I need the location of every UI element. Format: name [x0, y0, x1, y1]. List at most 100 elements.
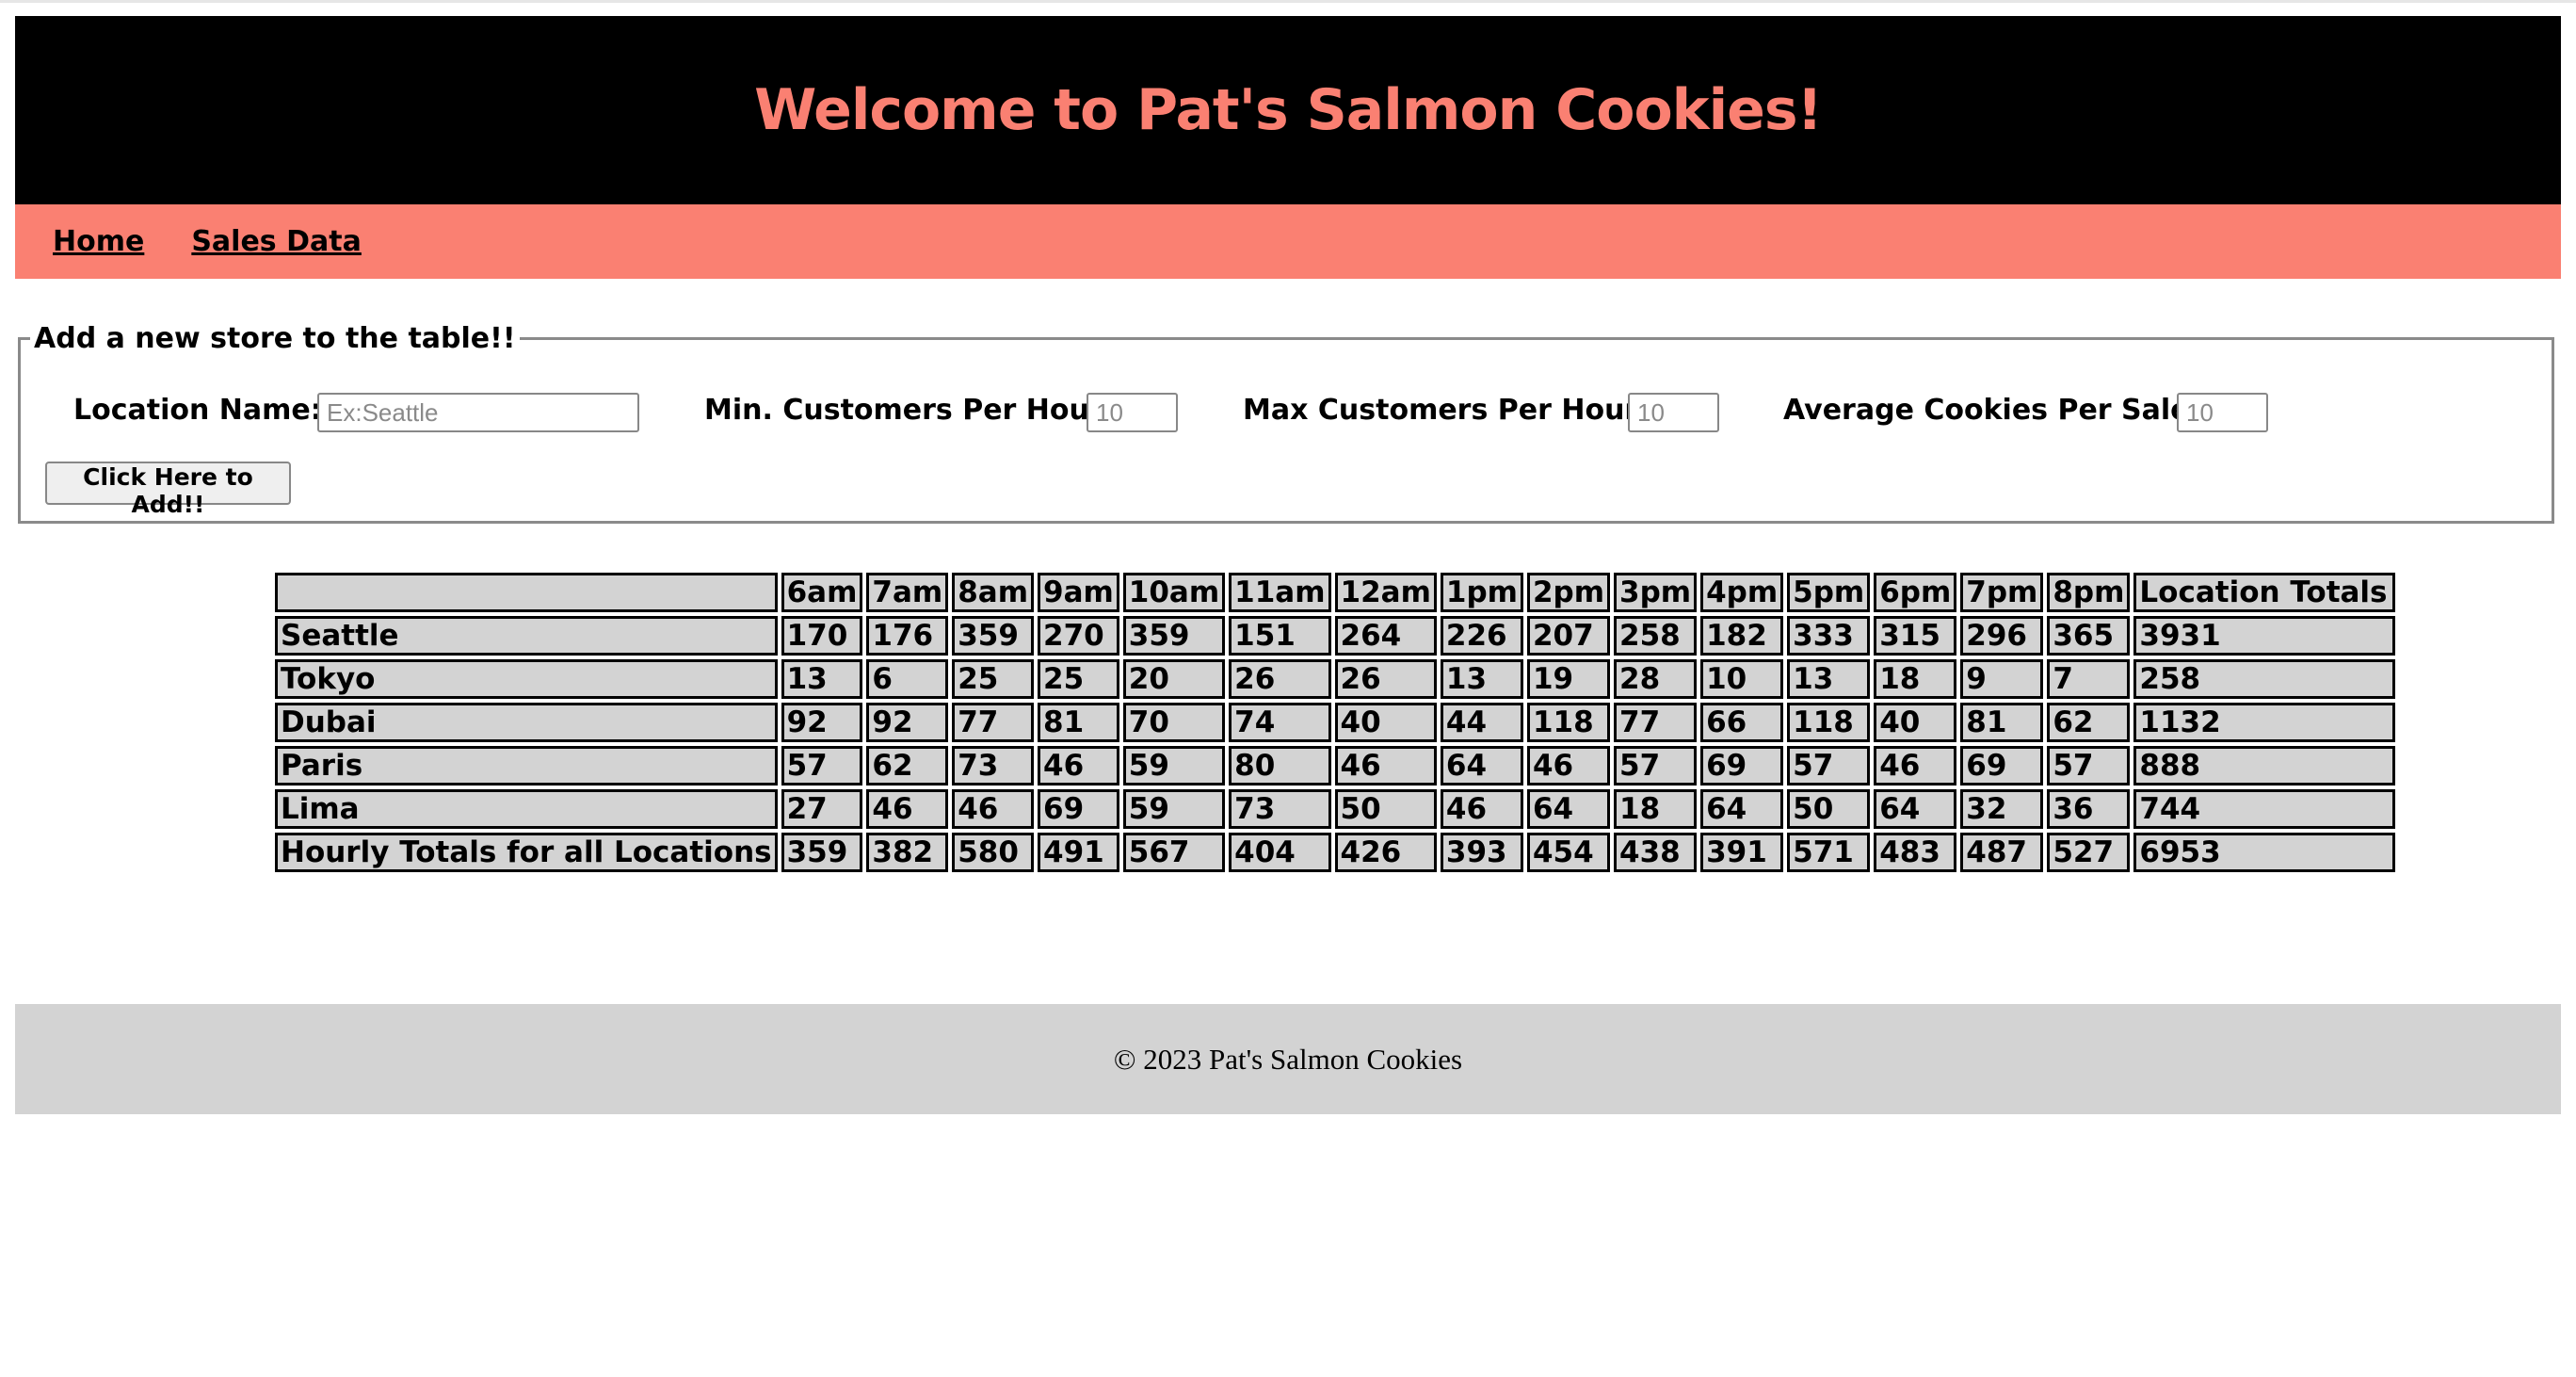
hourly-totals-label: Hourly Totals for all Locations — [275, 833, 778, 872]
hourly-total-cell: 527 — [2047, 833, 2131, 872]
location-totals-header: Location Totals — [2133, 573, 2396, 612]
max-customers-input[interactable] — [1628, 393, 1719, 432]
location-total-cell: 1132 — [2133, 703, 2396, 742]
location-name-cell: Paris — [275, 746, 778, 786]
sales-cell: 69 — [1960, 746, 2044, 786]
location-total-cell: 258 — [2133, 659, 2396, 699]
sales-cell: 270 — [1038, 616, 1119, 656]
sales-table: 6am 7am 8am 9am 10am 11am 12am 1pm 2pm 3pm 4pm 5pm 6… — [271, 569, 2399, 876]
sales-cell: 26 — [1229, 659, 1331, 699]
sales-cell: 64 — [1700, 789, 1784, 829]
sales-cell: 59 — [1122, 789, 1226, 829]
sales-cell: 62 — [866, 746, 949, 786]
hour-header-cell: 2pm — [1526, 573, 1611, 612]
location-name-cell: Seattle — [275, 616, 778, 656]
sales-cell: 73 — [1229, 789, 1331, 829]
hour-header-cell: 6am — [781, 573, 863, 612]
table-footer-row: Hourly Totals for all Locations 359 382 580… — [275, 833, 2396, 872]
location-name-cell: Tokyo — [275, 659, 778, 699]
sales-cell: 118 — [1787, 703, 1871, 742]
table-row: Paris 57 62 73 46 59 80 46 64 46 57 69 57 46 69 57 888 — [275, 746, 2396, 786]
sales-cell: 64 — [1440, 746, 1523, 786]
location-name-input[interactable] — [317, 393, 639, 432]
form-legend: Add a new store to the table!! — [34, 322, 516, 355]
grand-total-cell: 6953 — [2133, 833, 2396, 872]
hourly-total-cell: 454 — [1526, 833, 1611, 872]
min-customers-input[interactable] — [1087, 393, 1178, 432]
hourly-total-cell: 404 — [1229, 833, 1331, 872]
sales-cell: 28 — [1614, 659, 1698, 699]
sales-cell: 77 — [1614, 703, 1698, 742]
nav-link-sales-data[interactable]: Sales Data — [191, 225, 362, 258]
sales-cell: 264 — [1334, 616, 1437, 656]
table-corner-cell — [275, 573, 778, 612]
hourly-total-cell: 382 — [866, 833, 949, 872]
avg-cookies-input[interactable] — [2177, 393, 2268, 432]
hourly-total-cell: 438 — [1614, 833, 1698, 872]
sales-cell: 46 — [1874, 746, 1957, 786]
sales-cell: 18 — [1614, 789, 1698, 829]
sales-cell: 46 — [1038, 746, 1119, 786]
hourly-total-cell: 426 — [1334, 833, 1437, 872]
hour-header-cell: 10am — [1122, 573, 1226, 612]
sales-cell: 333 — [1787, 616, 1871, 656]
sales-cell: 57 — [2047, 746, 2131, 786]
sales-cell: 13 — [1787, 659, 1871, 699]
table-row: Seattle 170 176 359 270 359 151 264 226 207 258 182… — [275, 616, 2396, 656]
sales-cell: 92 — [866, 703, 949, 742]
page-header: Welcome to Pat's Salmon Cookies! — [15, 16, 2561, 204]
hourly-total-cell: 483 — [1874, 833, 1957, 872]
sales-cell: 70 — [1122, 703, 1226, 742]
sales-cell: 258 — [1614, 616, 1698, 656]
hourly-total-cell: 359 — [781, 833, 863, 872]
sales-cell: 81 — [1960, 703, 2044, 742]
hour-header-cell: 3pm — [1614, 573, 1698, 612]
sales-cell: 80 — [1229, 746, 1331, 786]
sales-cell: 6 — [866, 659, 949, 699]
hourly-total-cell: 487 — [1960, 833, 2044, 872]
sales-cell: 10 — [1700, 659, 1784, 699]
sales-cell: 118 — [1526, 703, 1611, 742]
hour-header-cell: 6pm — [1874, 573, 1957, 612]
sales-cell: 44 — [1440, 703, 1523, 742]
sales-cell: 25 — [1038, 659, 1119, 699]
sales-cell: 315 — [1874, 616, 1957, 656]
sales-cell: 50 — [1334, 789, 1437, 829]
sales-cell: 64 — [1526, 789, 1611, 829]
sales-cell: 64 — [1874, 789, 1957, 829]
copyright-text: © 2023 Pat's Salmon Cookies — [1113, 1042, 1463, 1076]
sales-cell: 226 — [1440, 616, 1523, 656]
sales-cell: 182 — [1700, 616, 1784, 656]
sales-cell: 27 — [781, 789, 863, 829]
location-name-cell: Lima — [275, 789, 778, 829]
sales-cell: 57 — [781, 746, 863, 786]
hour-header-cell: 8am — [952, 573, 1034, 612]
location-name-cell: Dubai — [275, 703, 778, 742]
table-header-row: 6am 7am 8am 9am 10am 11am 12am 1pm 2pm 3pm 4pm 5pm 6… — [275, 573, 2396, 612]
add-store-button[interactable]: Click Here to Add!! — [45, 462, 291, 518]
hourly-total-cell: 567 — [1122, 833, 1226, 872]
sales-cell: 207 — [1526, 616, 1611, 656]
location-total-cell: 888 — [2133, 746, 2396, 786]
hour-header-cell: 7pm — [1960, 573, 2044, 612]
page-title: Welcome to Pat's Salmon Cookies! — [754, 77, 1823, 143]
sales-cell: 40 — [1874, 703, 1957, 742]
hour-header-cell: 12am — [1334, 573, 1437, 612]
min-customers-label: Min. Customers Per Hour: — [704, 394, 1115, 427]
sales-cell: 46 — [1440, 789, 1523, 829]
main-nav: Home Sales Data — [15, 204, 2561, 279]
avg-cookies-label: Average Cookies Per Sale: — [1783, 394, 2201, 427]
hour-header-cell: 7am — [866, 573, 949, 612]
hourly-total-cell: 393 — [1440, 833, 1523, 872]
table-row: Lima 27 46 46 69 59 73 50 46 64 18 64 50 64 32 36 744 — [275, 789, 2396, 829]
sales-cell: 13 — [1440, 659, 1523, 699]
hour-header-cell: 5pm — [1787, 573, 1871, 612]
sales-cell: 170 — [781, 616, 863, 656]
sales-cell: 18 — [1874, 659, 1957, 699]
sales-cell: 359 — [1122, 616, 1226, 656]
sales-cell: 57 — [1614, 746, 1698, 786]
nav-link-home[interactable]: Home — [53, 225, 144, 258]
page-footer: © 2023 Pat's Salmon Cookies — [15, 1004, 2561, 1114]
location-name-label: Location Name: — [73, 394, 322, 427]
sales-cell: 74 — [1229, 703, 1331, 742]
